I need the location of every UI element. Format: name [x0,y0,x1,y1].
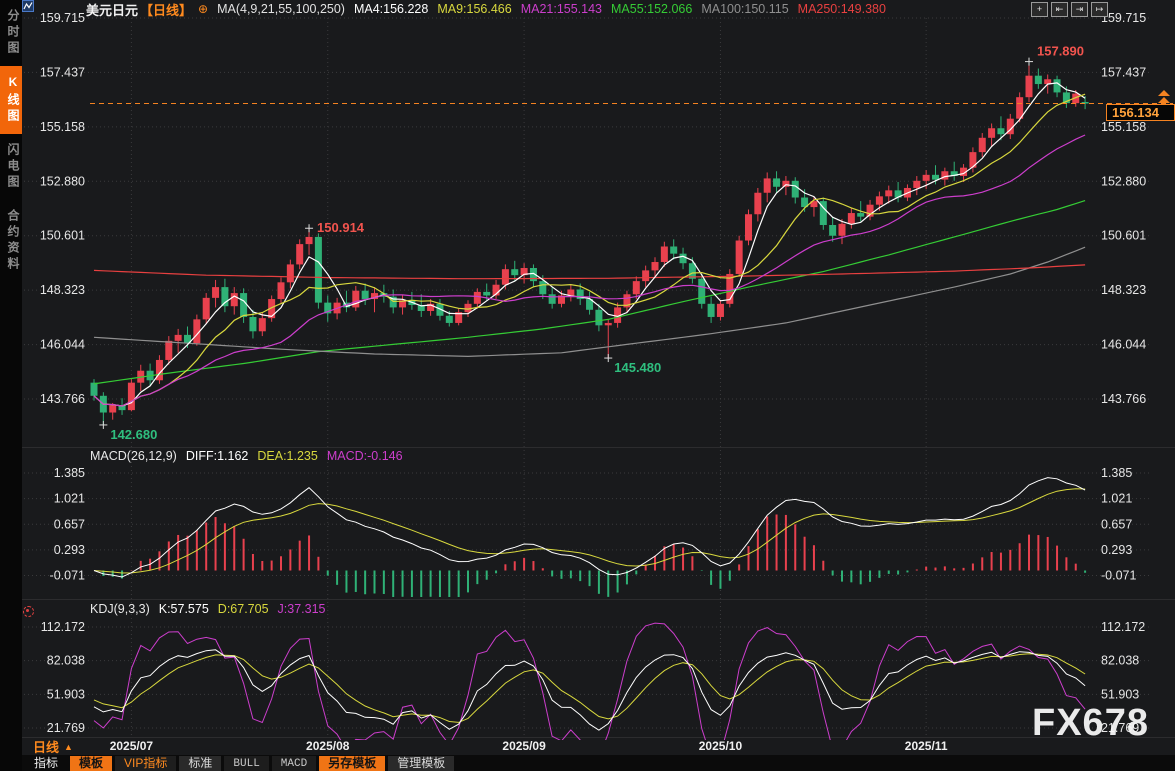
svg-text:-0.071: -0.071 [1101,569,1136,583]
svg-text:155.158: 155.158 [40,120,85,134]
macd-legend-item-1: DIFF:1.162 [186,449,249,463]
ma-line-MA4 [94,83,1085,406]
svg-text:146.044: 146.044 [40,338,85,352]
tab-manage-template[interactable]: 管理模板 [388,756,454,771]
svg-text:51.903: 51.903 [47,687,85,701]
ma-line-MA250 [94,265,1085,279]
add-indicator-icon[interactable]: ⊕ [198,2,208,16]
macd-legend-item-2: DEA:1.235 [257,449,317,463]
ma-legend: MA(4,9,21,55,100,250) MA4:156.228 MA9:156.… [217,2,895,16]
svg-text:152.880: 152.880 [1101,174,1146,188]
svg-text:143.766: 143.766 [1101,392,1146,406]
tab-vip-indicators[interactable]: VIP指标 [115,756,176,771]
svg-text:146.044: 146.044 [1101,338,1146,352]
ma-legend-item-0: MA(4,9,21,55,100,250) [217,2,345,16]
svg-text:0.293: 0.293 [54,543,85,557]
period-selector[interactable]: 日线 [33,737,59,756]
tab-save-template[interactable]: 另存模板 [319,756,385,771]
svg-text:1.021: 1.021 [1101,492,1132,506]
svg-text:150.914: 150.914 [317,220,365,235]
svg-text:0.657: 0.657 [1101,517,1132,531]
ma-legend-item-4: MA55:152.066 [611,2,692,16]
svg-text:1.021: 1.021 [54,492,85,506]
tab-template[interactable]: 模板 [70,756,112,771]
ma-legend-item-3: MA21:155.143 [521,2,602,16]
svg-text:150.601: 150.601 [1101,229,1146,243]
sidebar-item-timeshare-chart[interactable]: 分时图 [0,0,22,66]
price-up-arrow-icon [1158,90,1170,104]
kdj-legend-item-0: KDJ(9,3,3) [90,602,150,616]
scroll-left-icon[interactable]: ⇤ [1051,2,1068,17]
chart-canvas[interactable]: 157.890150.914145.480142.680159.715159.7… [0,0,1175,771]
ma-line-MA9 [94,94,1085,406]
sidebar-item-contract-info[interactable]: 合约资料 [0,200,22,282]
ma-legend-item-6: MA250:149.380 [798,2,886,16]
tab-indicators[interactable]: 指标 [25,756,67,771]
ma-legend-item-1: MA4:156.228 [354,2,428,16]
tab-standard[interactable]: 标准 [179,756,221,771]
sidebar-item-lightning-chart[interactable]: 闪电图 [0,134,22,200]
ma-legend-item-5: MA100:150.115 [701,2,788,16]
svg-text:1.385: 1.385 [54,466,85,480]
chart-header: 美元日元 【日线】 ⊕ MA(4,9,21,55,100,250) MA4:156… [22,0,1175,18]
svg-text:112.172: 112.172 [1101,620,1145,634]
svg-text:82.038: 82.038 [1101,654,1139,668]
macd-legend-item-3: MACD:-0.146 [327,449,403,463]
svg-text:152.880: 152.880 [40,174,85,188]
axis-labels: 159.715159.715157.437157.437155.158155.1… [40,11,1146,753]
svg-text:150.601: 150.601 [40,229,85,243]
svg-text:157.890: 157.890 [1037,44,1084,59]
kdj-legend-item-1: K:57.575 [159,602,209,616]
svg-text:143.766: 143.766 [40,392,85,406]
gridlines [22,18,1175,738]
symbol-title: 美元日元 [86,0,138,19]
svg-text:157.437: 157.437 [40,65,85,79]
ma-lines [94,83,1085,406]
current-price-tag: 156.134 [1106,104,1175,121]
svg-text:142.680: 142.680 [110,427,157,442]
svg-text:148.323: 148.323 [40,283,85,297]
window-icons: +⇤⇥↦ [1031,2,1108,17]
watermark: FX678 [1032,702,1149,745]
tab-bull[interactable]: BULL [224,756,268,771]
chart-type-sidebar: 分时图K线图闪电图合约资料 [0,0,22,771]
svg-text:112.172: 112.172 [41,620,85,634]
jump-latest-icon[interactable]: ↦ [1091,2,1108,17]
svg-text:-0.071: -0.071 [50,569,85,583]
period-dropdown-arrow-icon[interactable]: ▲ [64,742,73,752]
svg-text:148.323: 148.323 [1101,283,1146,297]
title-block: 美元日元 【日线】 [86,0,192,19]
macd-panel [94,478,1085,602]
kdj-legend: KDJ(9,3,3) K:57.575 D:67.705 J:37.315 [90,602,335,616]
tab-macd[interactable]: MACD [272,756,316,771]
trading-chart-app: 157.890150.914145.480142.680159.715159.7… [0,0,1175,771]
svg-text:1.385: 1.385 [1101,466,1132,480]
svg-text:51.903: 51.903 [1101,687,1139,701]
candlestick-series [91,62,1089,425]
k-line [94,650,1085,730]
period-tag: 【日线】 [140,0,192,19]
sidebar-item-kline-chart[interactable]: K线图 [0,66,22,134]
ma-legend-item-2: MA9:156.466 [437,2,511,16]
pan-icon[interactable]: + [1031,2,1048,17]
d-line [94,654,1085,723]
svg-text:157.437: 157.437 [1101,65,1146,79]
svg-text:155.158: 155.158 [1101,120,1146,134]
kdj-legend-item-3: J:37.315 [278,602,326,616]
svg-text:0.657: 0.657 [54,517,85,531]
svg-text:145.480: 145.480 [614,360,661,375]
macd-legend: MACD(26,12,9) DIFF:1.162 DEA:1.235 MACD:-0.… [90,449,412,463]
svg-text:0.293: 0.293 [1101,543,1132,557]
scroll-right-icon[interactable]: ⇥ [1071,2,1088,17]
indicator-config-icon[interactable] [23,606,34,617]
svg-text:21.769: 21.769 [47,721,85,735]
time-axis-row: 日线 ▲ [22,738,1175,755]
bottom-tabbar: 指标模板VIP指标标准BULL MACD另存模板管理模板 [22,755,1175,771]
macd-legend-item-0: MACD(26,12,9) [90,449,177,463]
svg-text:82.038: 82.038 [47,654,85,668]
kdj-legend-item-2: D:67.705 [218,602,269,616]
